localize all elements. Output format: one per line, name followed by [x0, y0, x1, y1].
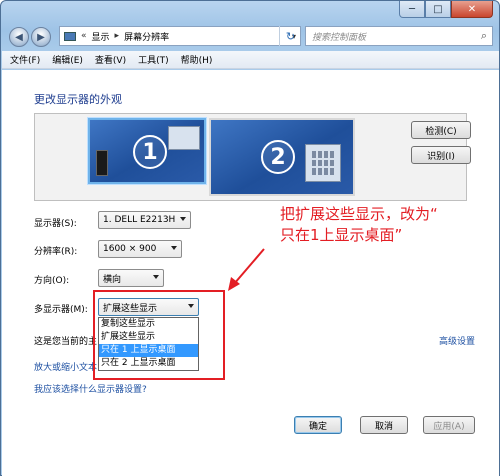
back-arrow-icon: ◀ — [15, 31, 23, 43]
menu-bar: 文件(F) 编辑(E) 查看(V) 工具(T) 帮助(H) — [2, 51, 499, 69]
content-area: 更改显示器的外观 1 2 检测(C) 识别(I) 显示器(S): 1. DELL… — [2, 70, 499, 476]
back-button[interactable]: ◀ — [9, 27, 29, 47]
refresh-button[interactable]: ↻ — [279, 26, 301, 46]
search-placeholder: 搜索控制面板 — [312, 32, 367, 43]
minimize-button[interactable]: ─ — [399, 1, 425, 18]
ok-button[interactable]: 确定 — [294, 416, 342, 434]
menu-help[interactable]: 帮助(H) — [181, 53, 213, 66]
menu-file[interactable]: 文件(F) — [10, 53, 40, 66]
monitor-icon — [64, 31, 76, 41]
forward-button[interactable]: ▶ — [31, 27, 51, 47]
menu-tools[interactable]: 工具(T) — [138, 53, 169, 66]
close-button[interactable]: ✕ — [451, 1, 493, 18]
menu-view[interactable]: 查看(V) — [95, 53, 126, 66]
address-bar[interactable]: « 显示 ▸ 屏幕分辨率 ▾ — [59, 26, 301, 46]
menu-edit[interactable]: 编辑(E) — [52, 53, 83, 66]
breadcrumb-display[interactable]: 显示 — [92, 30, 110, 43]
search-input[interactable]: 搜索控制面板 ⌕ — [305, 26, 493, 46]
breadcrumb-separator-icon[interactable]: ▸ — [115, 31, 120, 41]
search-icon[interactable]: ⌕ — [481, 29, 487, 43]
forward-arrow-icon: ▶ — [37, 31, 45, 43]
window-controls: ─ □ ✕ — [399, 1, 493, 18]
cancel-button[interactable]: 取消 — [360, 416, 408, 434]
breadcrumb-screen-resolution[interactable]: 屏幕分辨率 — [124, 30, 169, 43]
refresh-icon: ↻ — [285, 29, 296, 43]
apply-button[interactable]: 应用(A) — [423, 416, 475, 434]
breadcrumb-overflow[interactable]: « — [81, 31, 87, 41]
maximize-button[interactable]: □ — [425, 1, 451, 18]
window-frame: ─ □ ✕ ◀ ▶ « 显示 ▸ 屏幕分辨率 ▾ ↻ 搜索控制面板 ⌕ 文件(F… — [0, 0, 500, 476]
